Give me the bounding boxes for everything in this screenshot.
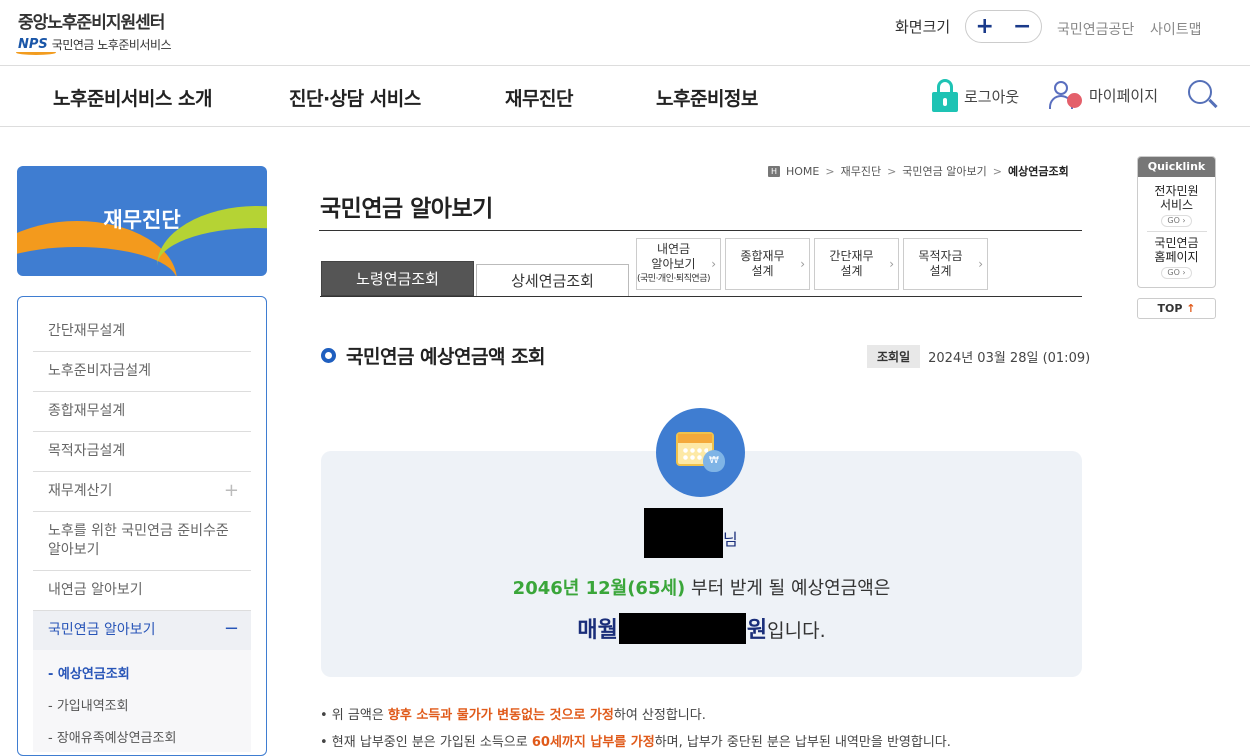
tab-link-my-pension[interactable]: 내연금 알아보기 (국민·개인·퇴직연금) › xyxy=(636,238,721,290)
chevron-right-icon: › xyxy=(889,257,894,271)
sidebar-item-simple-plan[interactable]: 간단재무설계 xyxy=(33,312,251,352)
zoom-control: + − xyxy=(965,10,1042,43)
name-suffix: 님 xyxy=(723,530,738,549)
submenu-expected-pension[interactable]: - 예상연금조회 xyxy=(48,656,236,688)
logo-subtitle: NPS 국민연금 노후준비서비스 xyxy=(16,36,172,55)
side-menu: 간단재무설계 노후준비자금설계 종합재무설계 목적자금설계 재무계산기 + 노후를… xyxy=(17,296,267,756)
quicklink-e-civil[interactable]: 전자민원 서비스 GO › xyxy=(1138,177,1215,227)
sidebar-item-calculator[interactable]: 재무계산기 + xyxy=(33,472,251,512)
lnb-banner: 재무진단 xyxy=(17,166,267,276)
query-date: 조회일 2024년 03월 28일 (01:09) xyxy=(867,345,1090,368)
nps-logo-mark: NPS xyxy=(16,37,56,55)
submenu-disability-pension[interactable]: - 장애유족예상연금조회 xyxy=(48,720,236,752)
main-navigation: 노후준비서비스 소개 진단·상담 서비스 재무진단 노후준비정보 로그아웃 마이… xyxy=(0,67,1250,127)
logout-button[interactable]: 로그아웃 xyxy=(932,79,1019,113)
calendar-money-icon: ₩ xyxy=(656,408,745,497)
gnb-item-info[interactable]: 노후준비정보 xyxy=(656,84,758,111)
submenu-subscription-history[interactable]: - 가입내역조회 xyxy=(48,688,236,720)
tab-old-age-pension[interactable]: 노령연금조회 xyxy=(321,261,474,296)
breadcrumb-home[interactable]: HOME xyxy=(786,165,819,178)
lock-icon xyxy=(932,79,958,113)
lnb-banner-title: 재무진단 xyxy=(103,208,181,232)
gnb-item-finance[interactable]: 재무진단 xyxy=(505,84,573,111)
sidebar-item-total-plan[interactable]: 종합재무설계 xyxy=(33,392,251,432)
redacted-amount xyxy=(618,613,746,644)
page-title: 국민연금 알아보기 xyxy=(320,196,493,222)
bullet-circle-icon xyxy=(321,348,336,363)
logo-title: 중앙노후준비지원센터 xyxy=(18,13,165,33)
arrow-up-icon: ↑ xyxy=(1186,302,1196,315)
quicklink-panel: Quicklink 전자민원 서비스 GO › 국민연금 홈페이지 GO › xyxy=(1137,156,1216,288)
title-divider xyxy=(319,230,1082,231)
gnb-item-intro[interactable]: 노후준비서비스 소개 xyxy=(53,84,212,111)
zoom-in-button[interactable]: + xyxy=(976,15,994,38)
search-icon[interactable] xyxy=(1188,80,1218,110)
sidebar-item-pension-level[interactable]: 노후를 위한 국민연금 준비수준 알아보기 xyxy=(33,512,251,571)
sidebar-item-national-pension[interactable]: 국민연금 알아보기 − xyxy=(33,611,251,650)
sidebar-item-purpose-fund[interactable]: 목적자금설계 xyxy=(33,432,251,472)
pension-amount-message: 매월 원입니다. xyxy=(321,612,1082,647)
mypage-label: 마이페이지 xyxy=(1089,86,1159,105)
logo-sub-text: 국민연금 노후준비서비스 xyxy=(51,38,172,52)
zoom-out-button[interactable]: − xyxy=(1013,15,1031,38)
chevron-right-icon: › xyxy=(978,257,983,271)
section-title: 국민연금 예상연금액 조회 xyxy=(321,342,546,369)
quicklink-nps-home[interactable]: 국민연금 홈페이지 GO › xyxy=(1138,232,1215,279)
redacted-name xyxy=(644,508,723,558)
scroll-top-button[interactable]: TOP ↑ xyxy=(1137,298,1216,319)
site-logo[interactable]: 중앙노후준비지원센터 NPS 국민연금 노후준비서비스 xyxy=(16,8,172,55)
sidebar-item-my-pension[interactable]: 내연금 알아보기 xyxy=(33,571,251,611)
content-tabs: 노령연금조회 상세연금조회 내연금 알아보기 (국민·개인·퇴직연금) › 종합재무… xyxy=(320,237,1082,297)
home-icon: H xyxy=(768,165,780,177)
breadcrumb-current: 예상연금조회 xyxy=(1007,165,1069,178)
zoom-label: 화면크기 xyxy=(895,18,951,36)
logout-label: 로그아웃 xyxy=(964,87,1020,106)
breadcrumb-item-pension[interactable]: 국민연금 알아보기 xyxy=(902,163,986,179)
breadcrumb-item-finance[interactable]: 재무진단 xyxy=(841,163,881,179)
expand-plus-icon: + xyxy=(223,480,239,501)
tab-link-purpose-fund[interactable]: 목적자금 설계 › xyxy=(903,238,988,290)
user-lock-icon xyxy=(1049,79,1083,111)
query-date-value: 2024년 03월 28일 (01:09) xyxy=(928,351,1091,366)
chevron-right-icon: › xyxy=(711,257,716,271)
mypage-button[interactable]: 마이페이지 xyxy=(1049,79,1158,111)
nps-site-link[interactable]: 국민연금공단 xyxy=(1057,19,1134,39)
pension-start-date: 2046년 12월(65세) xyxy=(512,578,686,599)
quicklink-title: Quicklink xyxy=(1138,157,1215,177)
tab-detail-pension[interactable]: 상세연금조회 xyxy=(476,264,629,296)
breadcrumb: H HOME > 재무진단 > 국민연금 알아보기 > 예상연금조회 xyxy=(768,163,1069,179)
query-date-label: 조회일 xyxy=(867,345,921,368)
tab-link-total-plan[interactable]: 종합재무 설계 › xyxy=(725,238,810,290)
pension-start-message: 2046년 12월(65세) 부터 받게 될 예상연금액은 xyxy=(512,578,891,599)
sidebar-submenu: - 예상연금조회 - 가입내역조회 - 장애유족예상연금조회 xyxy=(33,650,251,752)
chevron-right-icon: › xyxy=(800,257,805,271)
note-assumption: • 위 금액은 향후 소득과 물가가 변동없는 것으로 가정하여 산정합니다. xyxy=(320,708,706,723)
sitemap-link[interactable]: 사이트맵 xyxy=(1150,19,1202,39)
tab-link-simple-plan[interactable]: 간단재무 설계 › xyxy=(814,238,899,290)
sidebar-item-retirement-fund[interactable]: 노후준비자금설계 xyxy=(33,352,251,392)
gnb-item-consulting[interactable]: 진단·상담 서비스 xyxy=(289,84,421,111)
collapse-minus-icon: − xyxy=(223,618,239,639)
top-utility-bar: 중앙노후준비지원센터 NPS 국민연금 노후준비서비스 화면크기 + − 국민연… xyxy=(0,0,1250,66)
